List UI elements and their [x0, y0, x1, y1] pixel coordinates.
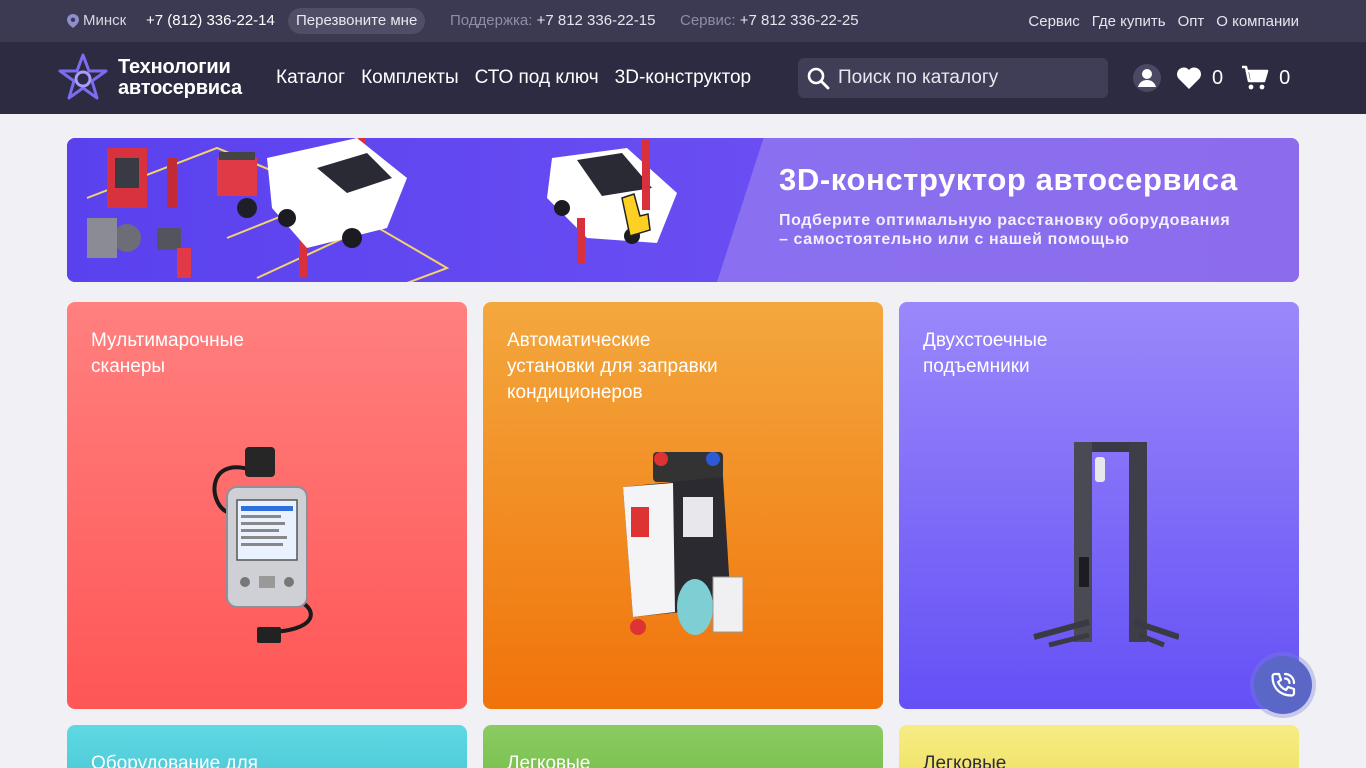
nav-catalog[interactable]: Каталог: [276, 67, 345, 89]
main-header: Технологии автосервиса Каталог Комплекты…: [0, 42, 1366, 114]
location-pin-icon: [67, 14, 79, 28]
header-actions: 0 0: [1132, 42, 1290, 114]
banner-title: 3D-конструктор автосервиса: [779, 162, 1238, 197]
category-card-passenger-2[interactable]: Легковые: [899, 725, 1299, 768]
search-input[interactable]: [838, 67, 1098, 89]
ac-station-icon: [623, 452, 744, 635]
main-phone-link[interactable]: +7 (812) 336-22-14: [146, 0, 275, 42]
card-title-line-1: Двухстоечные: [923, 330, 1048, 351]
category-card-equipment[interactable]: Оборудование для: [67, 725, 467, 768]
user-account-icon[interactable]: [1132, 63, 1162, 93]
card-title-line-1: Мультимарочные: [91, 330, 244, 351]
logo-line-2: автосервиса: [118, 77, 242, 99]
call-back-fab[interactable]: [1254, 656, 1312, 714]
card-title: Легковые: [923, 753, 1007, 768]
city-label: Минск: [83, 12, 127, 29]
top-link-wholesale[interactable]: Опт: [1178, 13, 1205, 30]
main-nav: Каталог Комплекты СТО под ключ 3D-констр…: [276, 42, 751, 114]
search-icon[interactable]: [806, 66, 830, 90]
top-links: Сервис Где купить Опт О компании: [1028, 0, 1299, 42]
logo-line-1: Технологии: [118, 56, 231, 78]
category-card-multibrand-scanners[interactable]: Мультимарочные сканеры: [67, 302, 467, 709]
shopping-cart-icon[interactable]: [1241, 65, 1269, 91]
top-link-where-to-buy[interactable]: Где купить: [1092, 13, 1166, 30]
callback-button[interactable]: Перезвоните мне: [288, 8, 426, 34]
card-title: Легковые: [507, 753, 591, 768]
nav-3d-constructor[interactable]: 3D-конструктор: [615, 67, 751, 89]
card-title-line-2: подъемники: [923, 356, 1030, 377]
two-post-lift-icon: [1033, 442, 1179, 648]
favorites-count: 0: [1212, 66, 1224, 89]
nav-kits[interactable]: Комплекты: [361, 67, 459, 89]
category-card-passenger-1[interactable]: Легковые: [483, 725, 883, 768]
service-phone-number: +7 812 336-22-25: [739, 12, 859, 29]
nav-turnkey-service[interactable]: СТО под ключ: [475, 67, 599, 89]
card-title-line-1: Автоматические: [507, 330, 651, 351]
city-selector[interactable]: Минск: [67, 0, 126, 42]
scanner-device-icon: [212, 447, 313, 643]
card-title-line-2: установки для заправки: [507, 356, 718, 377]
card-title-line-3: кондиционеров: [507, 382, 643, 403]
top-bar: Минск +7 (812) 336-22-14 Перезвоните мне…: [0, 0, 1366, 42]
banner-text-area: [717, 138, 1299, 282]
card-title-line-2: сканеры: [91, 356, 166, 377]
support-label: Поддержка:: [450, 12, 533, 29]
banner-subtitle: Подберите оптимальную расстановку оборуд…: [779, 211, 1279, 249]
cart-count: 0: [1279, 66, 1291, 89]
banner-subtitle-line-1: Подберите оптимальную расстановку оборуд…: [779, 212, 1231, 229]
promo-banner-3d-constructor[interactable]: 3D-конструктор автосервиса Подберите опт…: [67, 138, 1299, 282]
banner-subtitle-line-2: – самостоятельно или с нашей помощью: [779, 231, 1130, 248]
card-title: Двухстоечные подъемники: [923, 328, 1183, 380]
card-title: Автоматические установки для заправки ко…: [507, 328, 767, 406]
site-logo[interactable]: Технологии автосервиса: [58, 52, 242, 104]
logo-text: Технологии автосервиса: [118, 57, 242, 99]
top-link-service[interactable]: Сервис: [1028, 13, 1079, 30]
support-phone[interactable]: Поддержка: +7 812 336-22-15: [450, 0, 655, 42]
category-card-two-post-lifts[interactable]: Двухстоечные подъемники: [899, 302, 1299, 709]
support-phone-number: +7 812 336-22-15: [536, 12, 656, 29]
card-title: Мультимарочные сканеры: [91, 328, 351, 380]
workshop-illustration-icon: [86, 138, 677, 282]
service-label: Сервис:: [680, 12, 736, 29]
top-link-about[interactable]: О компании: [1216, 13, 1299, 30]
category-card-ac-stations[interactable]: Автоматические установки для заправки ко…: [483, 302, 883, 709]
phone-call-icon: [1271, 672, 1296, 697]
search-box: [798, 58, 1108, 98]
star-logo-icon: [58, 53, 108, 100]
heart-favorites-icon[interactable]: [1176, 66, 1202, 90]
service-phone[interactable]: Сервис: +7 812 336-22-25: [680, 0, 859, 42]
card-title: Оборудование для: [91, 753, 258, 768]
